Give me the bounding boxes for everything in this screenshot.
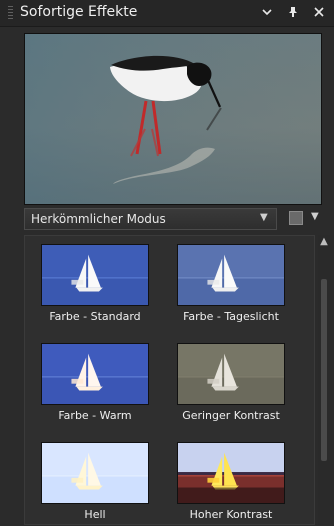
drag-handle-icon[interactable] (8, 6, 13, 20)
preset-label: Farbe - Standard (49, 310, 141, 323)
sailboat-thumbnail-image (42, 344, 148, 404)
preset-label: Hell (84, 508, 106, 521)
sailboat-thumbnail-image (42, 245, 148, 305)
preset-tile[interactable]: Hoher Kontrast (167, 434, 295, 526)
preset-label: Hoher Kontrast (189, 508, 273, 521)
sailboat-thumbnail-image (42, 443, 148, 503)
mode-dropdown[interactable]: Herkömmlicher Modus ▼ (24, 208, 277, 230)
scrollbar-thumb[interactable] (321, 279, 327, 461)
mode-toolbar: Herkömmlicher Modus ▼ ▼ (24, 208, 324, 230)
pin-icon[interactable] (286, 5, 300, 19)
titlebar-controls (260, 5, 326, 19)
preset-label: Farbe - Warm (58, 409, 132, 422)
panel-title: Sofortige Effekte (20, 4, 138, 20)
sailboat-thumbnail-image (178, 344, 284, 404)
scroll-up-icon[interactable]: ▲ (319, 237, 329, 247)
photo-preview (24, 33, 322, 205)
photo-preview-image (25, 34, 321, 204)
preset-thumbnail[interactable] (41, 442, 149, 504)
sailboat-thumbnail-image (178, 245, 284, 305)
preset-tile[interactable]: Hell (31, 434, 159, 526)
preset-thumbnail[interactable] (41, 244, 149, 306)
panel-titlebar: Sofortige Effekte (0, 0, 334, 27)
chevron-down-icon[interactable] (260, 5, 274, 19)
preset-tile[interactable]: Geringer Kontrast (167, 335, 295, 427)
preset-thumbnail[interactable] (177, 343, 285, 405)
close-icon[interactable] (312, 5, 326, 19)
preset-thumbnail[interactable] (177, 244, 285, 306)
mode-dropdown-value: Herkömmlicher Modus (31, 212, 166, 226)
sailboat-thumbnail-image (178, 443, 284, 503)
preset-label: Farbe - Tageslicht (183, 310, 279, 323)
preset-thumbnail[interactable] (41, 343, 149, 405)
preset-tile[interactable]: Farbe - Warm (31, 335, 159, 427)
chevron-down-icon[interactable]: ▼ (311, 212, 321, 222)
presets-grid: Farbe - Standard Farbe - Tageslicht Farb… (24, 235, 315, 525)
presets-scrollbar[interactable]: ▲ (318, 235, 330, 525)
preset-thumbnail[interactable] (177, 442, 285, 504)
view-options-icon[interactable] (289, 211, 303, 225)
preset-tile[interactable]: Farbe - Standard (31, 236, 159, 328)
preset-tile[interactable]: Farbe - Tageslicht (167, 236, 295, 328)
chevron-down-icon: ▼ (260, 212, 268, 223)
preset-label: Geringer Kontrast (182, 409, 280, 422)
